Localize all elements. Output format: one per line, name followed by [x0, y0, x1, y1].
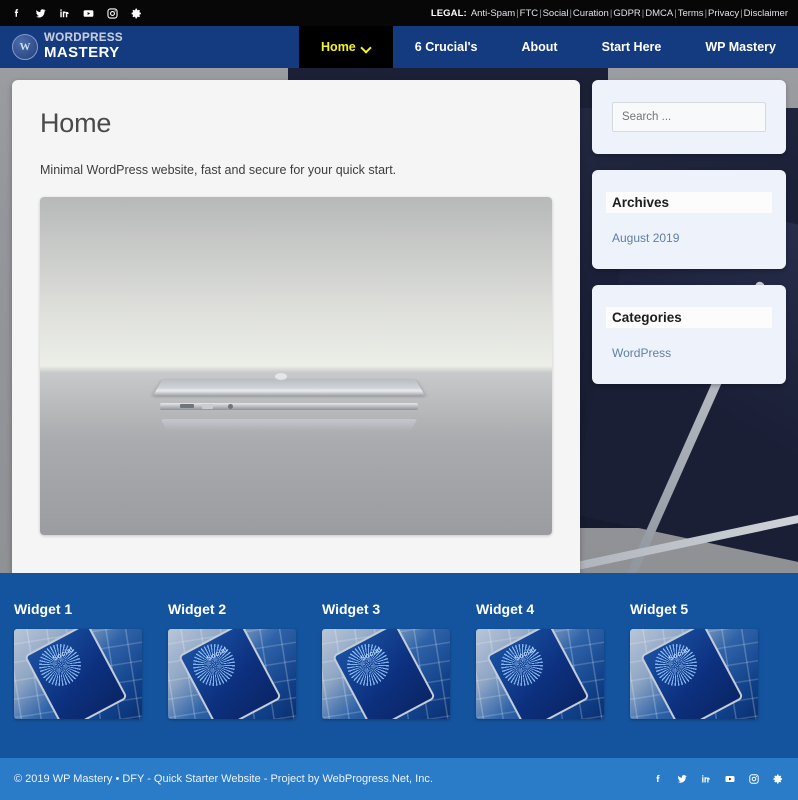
footer-widget-column: Widget 4 Social	[476, 601, 630, 758]
page-title: Home	[40, 108, 112, 138]
linkedin-icon[interactable]	[700, 773, 712, 785]
search-input[interactable]	[612, 102, 766, 132]
nav-item-wp-mastery[interactable]: WP Mastery	[683, 26, 798, 68]
facebook-icon[interactable]	[652, 773, 664, 785]
legal-link-disclaimer[interactable]: Disclaimer	[744, 8, 788, 19]
instagram-icon[interactable]	[106, 7, 119, 20]
footer-widget-thumbnail[interactable]: Social	[14, 629, 142, 719]
sidebar-widget-archives: Archives August 2019	[592, 170, 786, 269]
youtube-icon[interactable]	[724, 773, 736, 785]
site-page: LEGAL: Anti-Spam|FTC|Social|Curation|GDP…	[0, 0, 798, 800]
widget-title: Archives	[606, 192, 772, 213]
gear-icon[interactable]	[772, 773, 784, 785]
footer-widget-title: Widget 1	[14, 601, 73, 617]
nav-item-label: WP Mastery	[705, 40, 776, 54]
footer-widget-column: Widget 3 Social	[322, 601, 476, 758]
legal-link-terms[interactable]: Terms	[678, 8, 704, 19]
footer-widget-thumbnail[interactable]: Social	[168, 629, 296, 719]
footer-copyright: © 2019 WP Mastery • DFY - Quick Starter …	[14, 773, 433, 785]
nav-items: Home 6 Crucial's About Start Here WP Mastery	[299, 26, 798, 68]
widget-link[interactable]: August 2019	[612, 229, 766, 247]
twitter-icon[interactable]	[676, 773, 688, 785]
footer-widget-thumbnail[interactable]: Social	[476, 629, 604, 719]
nav-item-label: Home	[321, 40, 356, 54]
nav-item-label: 6 Crucial's	[414, 40, 478, 54]
widget-title: Categories	[606, 307, 772, 328]
nav-item-label: About	[521, 40, 558, 54]
footer-widget-title: Widget 3	[322, 601, 381, 617]
legal-label: LEGAL:	[430, 7, 467, 19]
nav-item-about[interactable]: About	[500, 26, 580, 68]
content-area: Home Minimal WordPress website, fast and…	[0, 68, 798, 627]
footer-widget-column: Widget 5 Social	[630, 601, 784, 758]
gear-icon[interactable]	[130, 7, 143, 20]
footer-widget-thumbnail[interactable]: Social	[630, 629, 758, 719]
chevron-down-icon	[362, 43, 371, 52]
sidebar: Archives August 2019 Categories WordPress	[592, 80, 786, 400]
footer-widget-title: Widget 5	[630, 601, 689, 617]
page-tagline: Minimal WordPress website, fast and secu…	[40, 163, 397, 177]
nav-item-start-here[interactable]: Start Here	[580, 26, 684, 68]
site-footer: © 2019 WP Mastery • DFY - Quick Starter …	[0, 758, 798, 800]
legal-link-privacy[interactable]: Privacy	[708, 8, 739, 19]
facebook-icon[interactable]	[10, 7, 23, 20]
footer-widget-thumbnail[interactable]: Social	[322, 629, 450, 719]
linkedin-icon[interactable]	[58, 7, 71, 20]
legal-link-dmca[interactable]: DMCA	[645, 8, 673, 19]
main-navigation-bar: W WORDPRESS MASTERY Home 6 Crucial's About…	[0, 26, 798, 68]
legal-link-gdpr[interactable]: GDPR	[613, 8, 640, 19]
legal-link-ftc[interactable]: FTC	[520, 8, 538, 19]
nav-item-6-crucial-s[interactable]: 6 Crucial's	[393, 26, 500, 68]
youtube-icon[interactable]	[82, 7, 95, 20]
footer-widget-title: Widget 4	[476, 601, 535, 617]
footer-social-links	[652, 773, 784, 785]
article-card: Home Minimal WordPress website, fast and…	[12, 80, 580, 627]
logo-badge-icon: W	[12, 34, 38, 60]
footer-widget-column: Widget 1 Social	[14, 601, 168, 758]
footer-widget-column: Widget 2 Social	[168, 601, 322, 758]
nav-item-label: Start Here	[601, 40, 662, 54]
hero-image	[40, 197, 552, 535]
logo-text-line2: MASTERY	[44, 44, 120, 62]
widget-link[interactable]: WordPress	[612, 344, 766, 362]
sidebar-widget-categories: Categories WordPress	[592, 285, 786, 384]
site-logo[interactable]: W WORDPRESS MASTERY	[0, 26, 230, 68]
twitter-icon[interactable]	[34, 7, 47, 20]
instagram-icon[interactable]	[748, 773, 760, 785]
footer-widget-band: Widget 1 Social Widget 2 Social Widget 3 Soci…	[0, 573, 798, 758]
legal-link-anti-spam[interactable]: Anti-Spam	[471, 8, 515, 19]
nav-item-home[interactable]: Home	[299, 26, 393, 68]
top-utility-bar: LEGAL: Anti-Spam|FTC|Social|Curation|GDP…	[0, 0, 798, 26]
legal-link-curation[interactable]: Curation	[573, 8, 609, 19]
search-widget	[592, 80, 786, 154]
legal-link-social[interactable]: Social	[543, 8, 569, 19]
top-social-links	[10, 7, 143, 20]
legal-links-group: LEGAL: Anti-Spam|FTC|Social|Curation|GDP…	[431, 8, 788, 19]
footer-widget-title: Widget 2	[168, 601, 227, 617]
legal-links[interactable]: Anti-Spam|FTC|Social|Curation|GDPR|DMCA|…	[471, 8, 788, 19]
